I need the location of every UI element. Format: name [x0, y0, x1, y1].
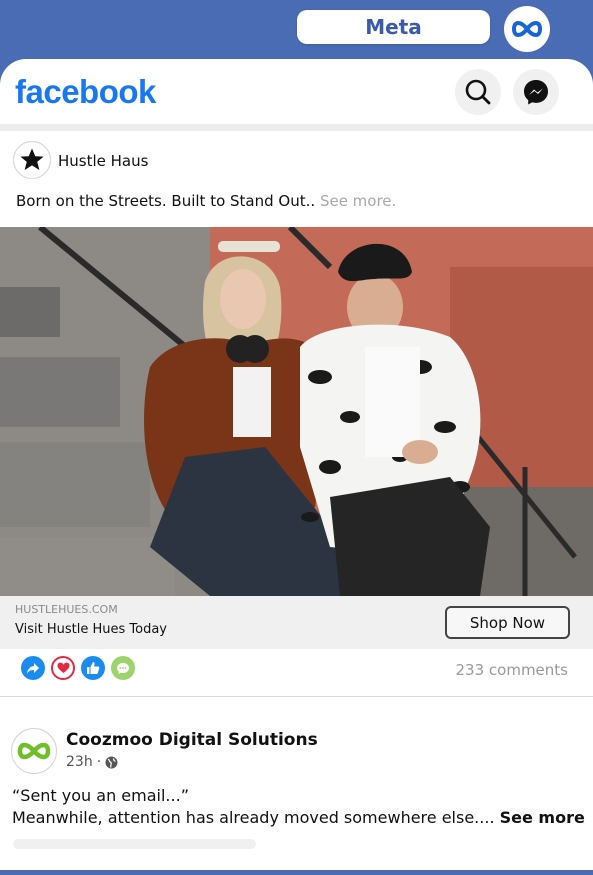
post-meta: 23h · — [66, 754, 118, 770]
caption-line-1: “Sent you an email...” — [12, 786, 189, 805]
bottom-frame — [0, 870, 593, 875]
globe-icon — [105, 756, 118, 768]
caption-text: Born on the Streets. Built to Stand Out.… — [16, 192, 316, 210]
messenger-button[interactable] — [513, 69, 559, 115]
post-image[interactable] — [0, 227, 593, 596]
post-divider — [0, 696, 593, 697]
post-time[interactable]: 23h — [66, 754, 93, 770]
messenger-icon — [524, 80, 548, 105]
link-title[interactable]: Visit Hustle Hues Today — [15, 622, 167, 637]
like-icon — [81, 656, 105, 680]
section-divider — [0, 124, 593, 131]
post-caption: “Sent you an email...” Meanwhile, attent… — [12, 785, 585, 829]
page-avatar-coozmoo[interactable] — [11, 728, 57, 774]
see-more-link[interactable]: See more — [320, 192, 392, 210]
post-caption: Born on the Streets. Built to Stand Out.… — [16, 192, 397, 210]
page-name[interactable]: Coozmoo Digital Solutions — [66, 730, 318, 750]
meta-label-button[interactable]: Meta — [297, 10, 490, 44]
comments-count[interactable]: 233 comments — [456, 661, 568, 679]
caption-line-2: Meanwhile, attention has already moved s… — [12, 807, 585, 829]
search-icon — [465, 79, 491, 105]
page-avatar-hustle-haus[interactable] — [13, 141, 51, 179]
loading-placeholder — [13, 839, 256, 849]
love-icon — [51, 656, 75, 680]
facebook-logo[interactable]: facebook — [15, 73, 156, 111]
meta-infinity-icon[interactable] — [504, 6, 550, 52]
phone-screen: facebook Hustle Haus Born on the Streets… — [0, 59, 593, 875]
caption-text: Meanwhile, attention has already moved s… — [12, 808, 495, 827]
share-icon — [21, 656, 45, 680]
coozmoo-logo-icon — [17, 742, 51, 760]
reaction-summary[interactable] — [21, 656, 141, 680]
app-header: facebook — [0, 59, 593, 123]
link-preview[interactable]: HUSTLEHUES.COM Visit Hustle Hues Today S… — [0, 596, 593, 649]
star-icon — [20, 148, 44, 170]
comment-icon — [111, 656, 135, 680]
page-name[interactable]: Hustle Haus — [58, 152, 148, 170]
search-button[interactable] — [455, 69, 501, 115]
meta-label: Meta — [365, 15, 422, 39]
link-domain: HUSTLEHUES.COM — [15, 603, 118, 616]
shop-now-button[interactable]: Shop Now — [445, 606, 570, 639]
see-more-link[interactable]: See more — [500, 808, 585, 827]
